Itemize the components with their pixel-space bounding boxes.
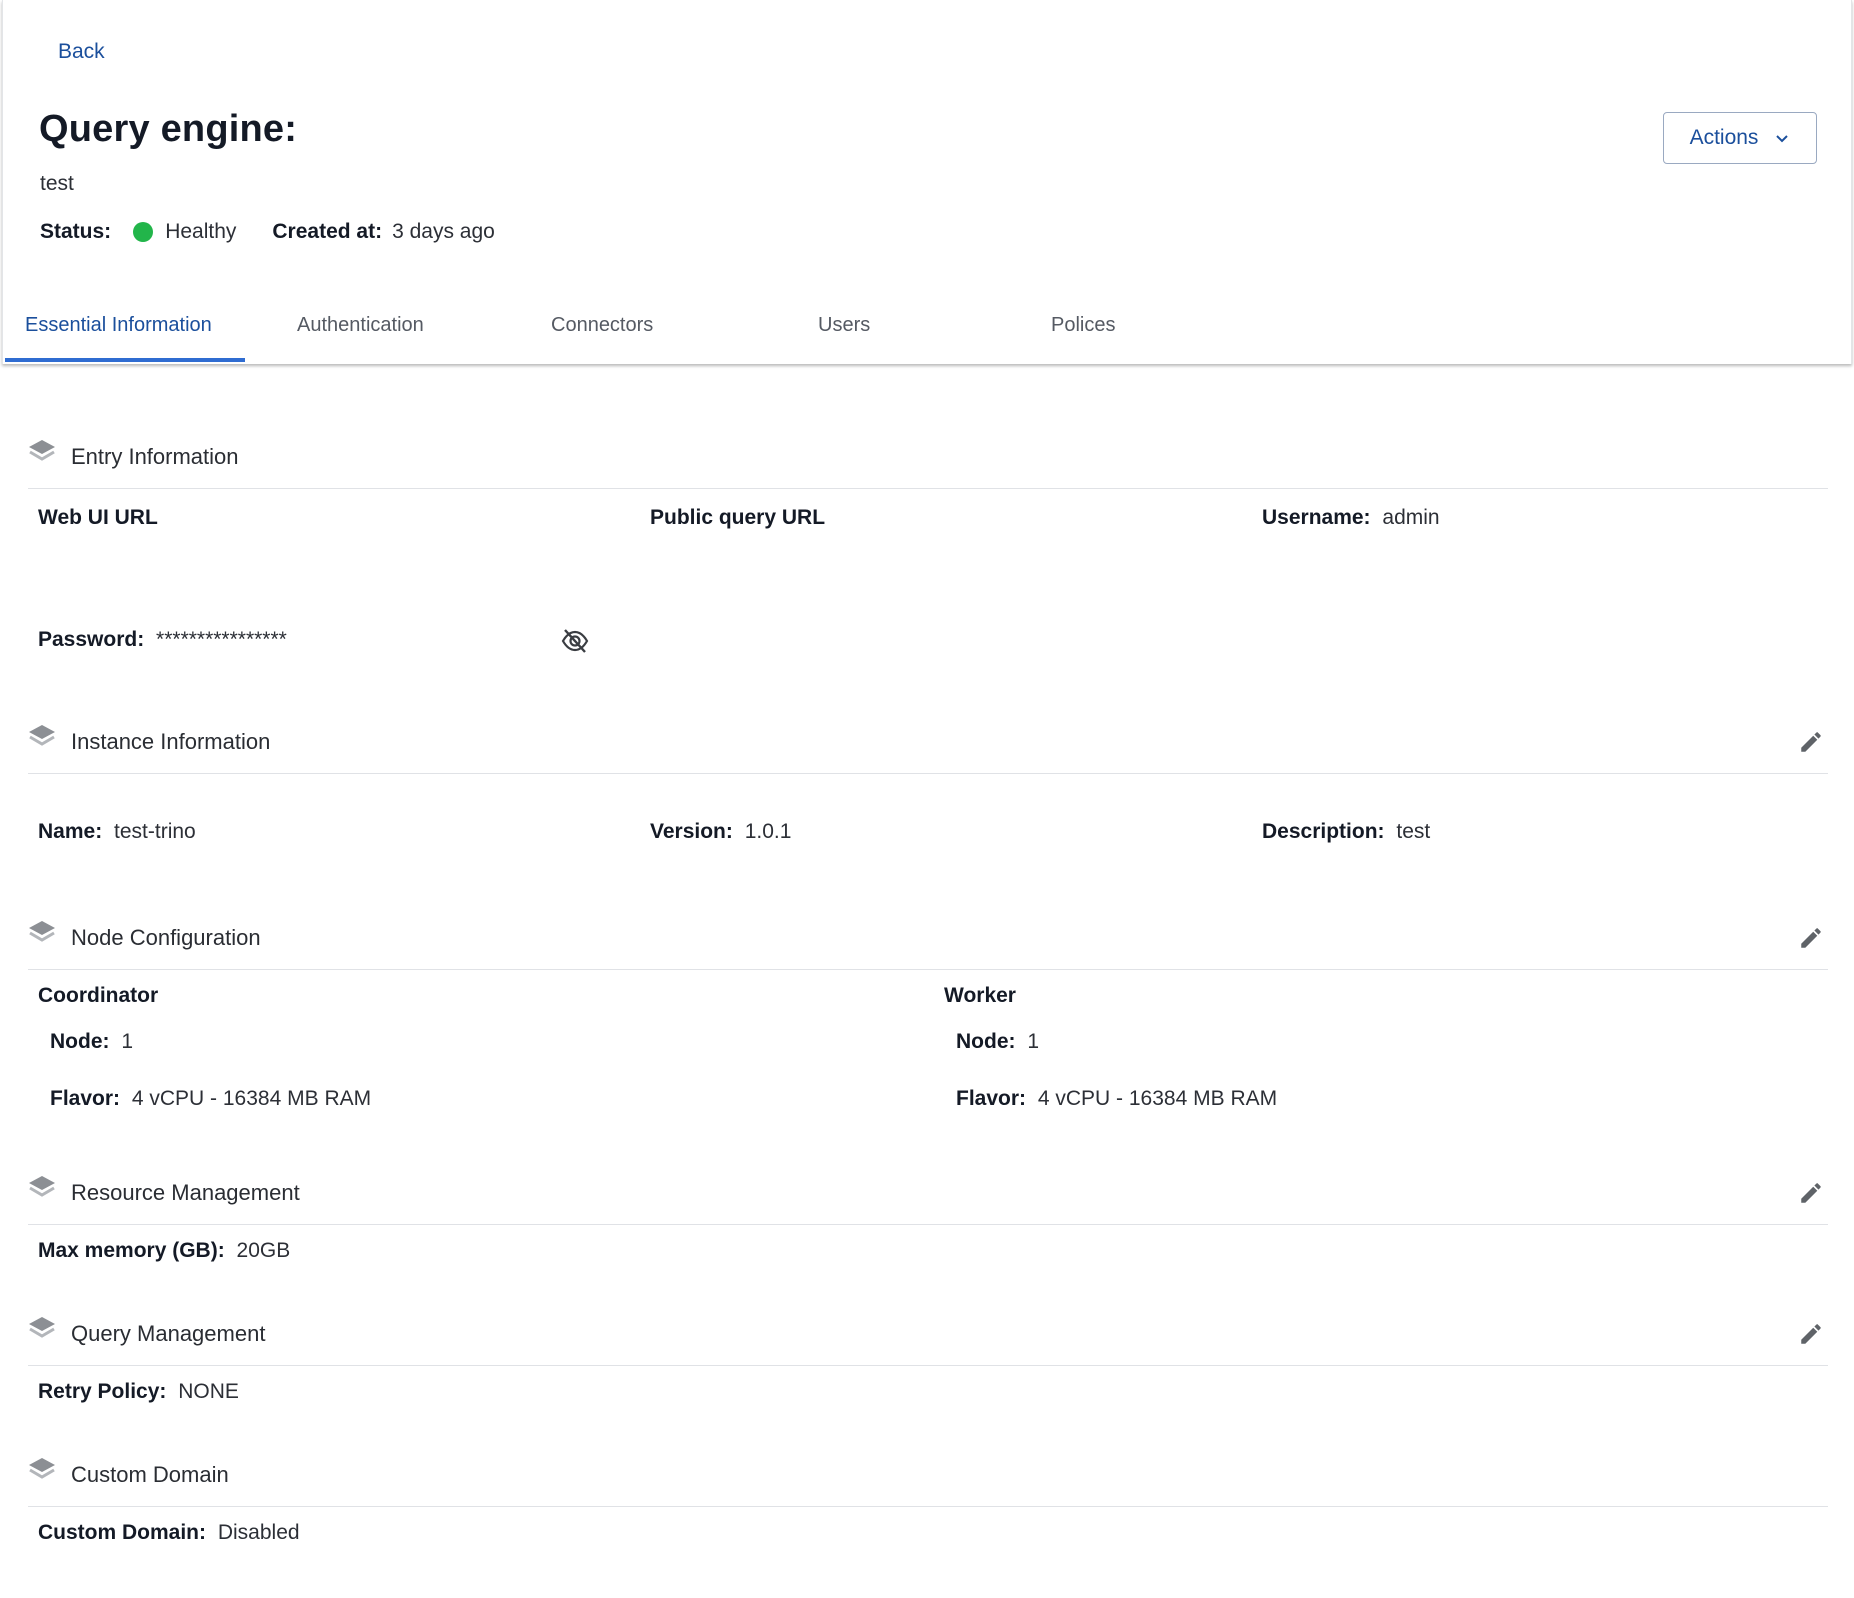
section-node-configuration: Node Configuration xyxy=(28,909,1828,970)
field-value: 4 vCPU - 16384 MB RAM xyxy=(131,1087,372,1110)
layers-icon xyxy=(29,921,55,942)
section-query-management: Query Management xyxy=(28,1305,1828,1366)
created-label: Created at: xyxy=(272,220,383,243)
coordinator-node-field: Node: 1 xyxy=(50,1030,133,1054)
section-instance-information: Instance Information xyxy=(28,713,1828,774)
layers-icon xyxy=(29,1317,55,1338)
section-title: Entry Information xyxy=(71,444,239,469)
tab-users[interactable]: Users xyxy=(818,314,870,337)
username-field: Username: admin xyxy=(1262,506,1440,530)
tab-polices[interactable]: Polices xyxy=(1051,314,1115,337)
field-label: Flavor: xyxy=(50,1087,121,1110)
field-label: Public query URL xyxy=(650,506,826,529)
field-value: NONE xyxy=(178,1380,239,1403)
status-row: Status: Healthy Created at: 3 days ago xyxy=(40,220,495,244)
field-label: Web UI URL xyxy=(38,506,158,529)
actions-label: Actions xyxy=(1689,126,1759,149)
layers-icon xyxy=(29,440,55,461)
field-value: admin xyxy=(1382,506,1440,529)
status-value: Healthy xyxy=(165,220,237,243)
section-custom-domain: Custom Domain xyxy=(28,1446,1828,1507)
coordinator-flavor-field: Flavor: 4 vCPU - 16384 MB RAM xyxy=(50,1087,371,1111)
name-field: Name: test-trino xyxy=(38,820,196,844)
layers-icon xyxy=(29,1458,55,1479)
tab-bar: Essential Information Authentication Con… xyxy=(3,292,1851,364)
web-ui-url-field: Web UI URL xyxy=(38,506,164,530)
actions-button[interactable]: Actions xyxy=(1663,112,1817,164)
edit-icon[interactable] xyxy=(1798,925,1824,951)
status-label: Status: xyxy=(40,220,112,243)
max-memory-field: Max memory (GB): 20GB xyxy=(38,1239,290,1263)
back-link[interactable]: Back xyxy=(58,40,105,64)
field-value: test-trino xyxy=(114,820,196,843)
field-value: 1 xyxy=(1027,1030,1040,1053)
description-field: Description: test xyxy=(1262,820,1430,844)
field-label: Node: xyxy=(956,1030,1016,1053)
group-label: Worker xyxy=(944,984,1016,1007)
field-value: 4 vCPU - 16384 MB RAM xyxy=(1037,1087,1278,1110)
field-label: Node: xyxy=(50,1030,110,1053)
active-tab-indicator xyxy=(5,358,245,362)
public-query-url-field: Public query URL xyxy=(650,506,831,530)
field-label: Name: xyxy=(38,820,103,843)
group-label: Coordinator xyxy=(38,984,159,1007)
custom-domain-field: Custom Domain: Disabled xyxy=(38,1521,300,1545)
tab-essential-information[interactable]: Essential Information xyxy=(25,314,212,337)
field-value: test xyxy=(1396,820,1431,843)
field-label: Retry Policy: xyxy=(38,1380,167,1403)
worker-flavor-field: Flavor: 4 vCPU - 16384 MB RAM xyxy=(956,1087,1277,1111)
header-card: Back Query engine: test Status: Healthy … xyxy=(2,0,1852,364)
created-value: 3 days ago xyxy=(392,220,495,243)
tab-authentication[interactable]: Authentication xyxy=(297,314,424,337)
layers-icon xyxy=(29,1176,55,1197)
field-label: Custom Domain: xyxy=(38,1521,206,1544)
worker-node-field: Node: 1 xyxy=(956,1030,1039,1054)
edit-icon[interactable] xyxy=(1798,1180,1824,1206)
section-title: Node Configuration xyxy=(71,925,261,950)
edit-icon[interactable] xyxy=(1798,1321,1824,1347)
page-subtitle: test xyxy=(40,172,74,195)
field-label: Password: xyxy=(38,628,145,651)
section-title: Instance Information xyxy=(71,729,271,754)
chevron-down-icon xyxy=(1776,135,1789,143)
section-resource-management: Resource Management xyxy=(28,1164,1828,1225)
section-title: Custom Domain xyxy=(71,1462,229,1487)
edit-icon[interactable] xyxy=(1798,729,1824,755)
page-title: Query engine: xyxy=(39,108,298,150)
status-dot-icon xyxy=(133,222,154,242)
field-value: 1.0.1 xyxy=(744,820,792,843)
field-value: 1 xyxy=(121,1030,134,1053)
field-label: Description: xyxy=(1262,820,1385,843)
section-title: Resource Management xyxy=(71,1180,300,1205)
layers-icon xyxy=(29,725,55,746)
retry-policy-field: Retry Policy: NONE xyxy=(38,1380,239,1404)
field-value: 20GB xyxy=(236,1239,291,1262)
field-label: Flavor: xyxy=(956,1087,1027,1110)
section-title: Query Management xyxy=(71,1321,266,1346)
field-label: Version: xyxy=(650,820,733,843)
password-field: Password: **************** xyxy=(38,628,287,652)
coordinator-heading: Coordinator xyxy=(38,984,164,1008)
worker-heading: Worker xyxy=(944,984,1022,1008)
section-entry-information: Entry Information xyxy=(28,428,1828,489)
field-label: Max memory (GB): xyxy=(38,1239,225,1262)
field-value: Disabled xyxy=(217,1521,300,1544)
field-value: **************** xyxy=(156,628,287,651)
eye-off-icon[interactable] xyxy=(560,626,590,656)
version-field: Version: 1.0.1 xyxy=(650,820,791,844)
tab-connectors[interactable]: Connectors xyxy=(551,314,653,337)
field-label: Username: xyxy=(1262,506,1371,529)
